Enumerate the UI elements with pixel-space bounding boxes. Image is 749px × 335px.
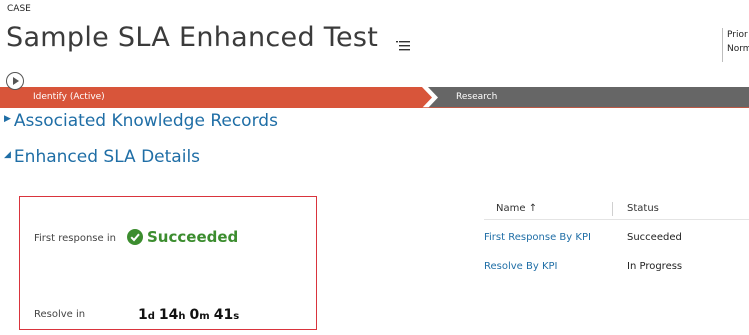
resolve-in-label: Resolve in — [34, 309, 86, 320]
grid-row-status: In Progress — [627, 261, 683, 272]
grid-row-status: Succeeded — [627, 232, 682, 243]
timer-seconds: 41 — [213, 307, 234, 323]
column-divider — [612, 202, 613, 216]
column-header-status[interactable]: Status — [627, 203, 659, 214]
column-header-name[interactable]: Name ↑ — [496, 203, 537, 214]
process-stage-bar — [0, 87, 749, 108]
sort-ascending-icon: ↑ — [528, 203, 538, 214]
first-response-status: Succeeded — [127, 228, 238, 246]
timer-days: 1 — [138, 307, 148, 323]
timer-minutes: 0 — [189, 307, 200, 323]
expand-triangle-icon: ▶ — [4, 114, 11, 124]
section-enhanced-label: Enhanced SLA Details — [13, 147, 201, 167]
grid-row-name-link[interactable]: Resolve By KPI — [484, 261, 558, 272]
timer-seconds-unit: s — [233, 311, 240, 322]
section-enhanced-sla[interactable]: ◢ Enhanced SLA Details — [4, 147, 200, 167]
column-name-label: Name — [496, 203, 526, 214]
priority-label: Prior — [727, 30, 748, 40]
section-associated-label: Associated Knowledge Records — [13, 111, 278, 131]
grid-row-name-link[interactable]: First Response By KPI — [484, 232, 591, 243]
timer-days-unit: d — [147, 311, 155, 322]
stage-research-label: Research — [456, 92, 498, 102]
section-associated-knowledge[interactable]: ▶ Associated Knowledge Records — [4, 111, 278, 131]
priority-value[interactable]: Norm — [727, 42, 749, 56]
priority-field: Prior Norm — [722, 28, 749, 62]
collapse-triangle-icon: ◢ — [4, 150, 11, 160]
first-response-label: First response in — [34, 233, 116, 244]
play-icon — [13, 77, 19, 85]
process-play-button[interactable] — [6, 72, 24, 90]
record-title: Sample SLA Enhanced Test — [6, 22, 379, 53]
timer-minutes-unit: m — [199, 311, 210, 322]
first-response-status-text: Succeeded — [147, 228, 239, 246]
stage-identify-label: Identify (Active) — [33, 92, 105, 102]
checkmark-circle-icon — [127, 229, 143, 245]
timer-hours: 14 — [158, 307, 179, 323]
entity-type-label: CASE — [7, 4, 31, 14]
timer-hours-unit: h — [178, 311, 186, 322]
form-selector-icon[interactable] — [396, 41, 410, 51]
resolve-timer: 1d 14h 0m 41s — [138, 304, 243, 323]
